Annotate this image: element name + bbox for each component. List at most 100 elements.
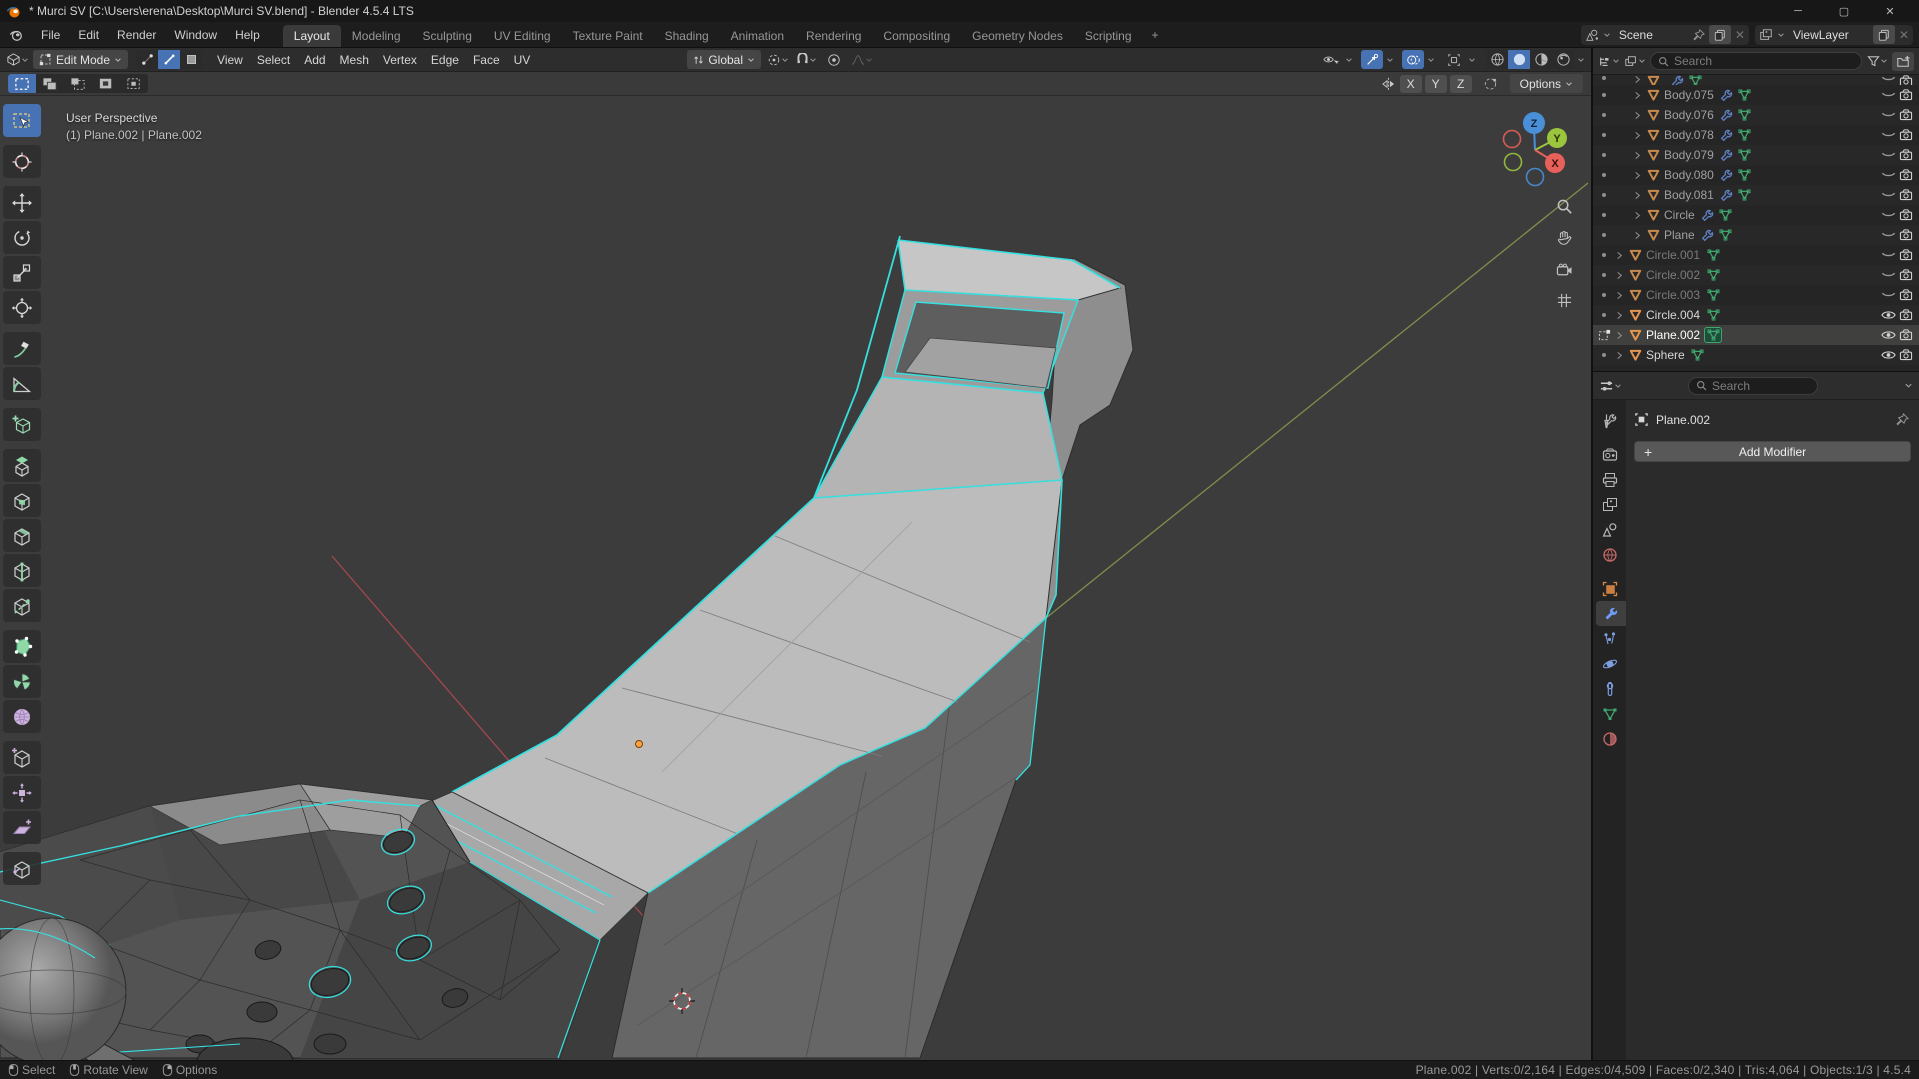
- workspace-tab-uv-editing[interactable]: UV Editing: [483, 25, 562, 47]
- mirror-z-toggle[interactable]: Z: [1449, 74, 1472, 93]
- mesh-data-icon[interactable]: [1689, 349, 1707, 361]
- chevron-down-icon[interactable]: [1468, 56, 1476, 64]
- camera-visibility-icon[interactable]: [1897, 169, 1915, 181]
- modifier-wrench-icon[interactable]: [1718, 89, 1736, 102]
- object-name[interactable]: Body.076: [1662, 108, 1718, 122]
- outliner-row-circle-004[interactable]: Circle.004: [1593, 305, 1919, 325]
- add-workspace-button[interactable]: +: [1143, 24, 1168, 46]
- annotate-tool[interactable]: [3, 332, 41, 365]
- outliner-row-circle-002[interactable]: Circle.002: [1593, 265, 1919, 285]
- properties-tab-particles[interactable]: [1593, 626, 1626, 651]
- proportional-falloff-dropdown[interactable]: [851, 50, 873, 69]
- properties-tab-render[interactable]: [1593, 442, 1626, 467]
- select-extend-button[interactable]: [36, 74, 64, 93]
- properties-tab-modifiers[interactable]: [1596, 601, 1626, 626]
- add-modifier-button[interactable]: + Add Modifier: [1634, 441, 1911, 462]
- outliner-row-circle-001[interactable]: Circle.001: [1593, 245, 1919, 265]
- add-cube-tool[interactable]: [3, 408, 41, 441]
- select-intersect-button[interactable]: [120, 74, 148, 93]
- properties-search[interactable]: [1688, 376, 1818, 395]
- outliner-row-body-075[interactable]: Body.075: [1593, 85, 1919, 105]
- viewlayer-selector[interactable]: ViewLayer ✕: [1754, 24, 1913, 45]
- workspace-tab-shading[interactable]: Shading: [654, 25, 720, 47]
- filter-funnel-button[interactable]: [1866, 52, 1888, 71]
- properties-editor-type-button[interactable]: [1599, 376, 1622, 395]
- workspace-tab-modeling[interactable]: Modeling: [341, 25, 412, 47]
- outliner-display-mode-button[interactable]: [1598, 52, 1620, 71]
- expand-icon[interactable]: [1612, 351, 1626, 360]
- select-invert-button[interactable]: [92, 74, 120, 93]
- pivot-point-button[interactable]: [767, 50, 789, 69]
- snap-base-button[interactable]: [1480, 74, 1502, 93]
- expand-icon[interactable]: [1630, 91, 1644, 100]
- eye-closed-icon[interactable]: [1879, 75, 1897, 84]
- viewport-canvas[interactable]: [0, 96, 1591, 1060]
- eye-open-icon[interactable]: [1879, 350, 1897, 360]
- viewport-menu-vertex[interactable]: Vertex: [376, 50, 424, 70]
- eye-closed-icon[interactable]: [1879, 271, 1897, 280]
- solid-shading-button[interactable]: [1508, 50, 1530, 69]
- shear-tool[interactable]: [3, 811, 41, 844]
- object-name[interactable]: Circle.003: [1644, 288, 1704, 302]
- poly-build-tool[interactable]: [3, 630, 41, 663]
- camera-visibility-icon[interactable]: [1897, 189, 1915, 201]
- camera-visibility-icon[interactable]: [1897, 149, 1915, 161]
- mirror-x-toggle[interactable]: X: [1399, 74, 1422, 93]
- eye-closed-icon[interactable]: [1879, 111, 1897, 120]
- new-collection-button[interactable]: [1892, 51, 1914, 71]
- expand-icon[interactable]: [1630, 211, 1644, 220]
- outliner-row-circle[interactable]: Circle: [1593, 205, 1919, 225]
- expand-icon[interactable]: [1612, 331, 1626, 340]
- outliner-row-plane[interactable]: Plane: [1593, 225, 1919, 245]
- object-name[interactable]: Plane: [1662, 228, 1699, 242]
- object-name[interactable]: Plane.002: [1644, 328, 1704, 342]
- eye-closed-icon[interactable]: [1879, 191, 1897, 200]
- viewport-menu-view[interactable]: View: [210, 50, 250, 70]
- wireframe-shading-button[interactable]: [1486, 50, 1508, 69]
- eye-closed-icon[interactable]: [1879, 171, 1897, 180]
- camera-visibility-icon[interactable]: [1897, 109, 1915, 121]
- chevron-down-icon[interactable]: [1427, 56, 1435, 64]
- object-name[interactable]: Circle.001: [1644, 248, 1704, 262]
- outliner-search-input[interactable]: [1674, 54, 1854, 68]
- vertex-select-mode-button[interactable]: [136, 50, 158, 69]
- modifier-wrench-icon[interactable]: [1668, 75, 1686, 85]
- workspace-tab-layout[interactable]: Layout: [282, 24, 341, 47]
- camera-visibility-icon[interactable]: [1897, 75, 1915, 85]
- rip-region-tool[interactable]: [3, 852, 41, 885]
- mode-dropdown[interactable]: Edit Mode: [33, 50, 129, 69]
- object-name[interactable]: Body.081: [1662, 188, 1718, 202]
- workspace-tab-sculpting[interactable]: Sculpting: [412, 25, 483, 47]
- camera-visibility-icon[interactable]: [1897, 349, 1915, 361]
- outliner-row-sphere[interactable]: Sphere: [1593, 345, 1919, 365]
- workspace-tab-animation[interactable]: Animation: [720, 25, 795, 47]
- rotate-tool[interactable]: [3, 221, 41, 254]
- camera-visibility-icon[interactable]: [1897, 309, 1915, 321]
- mesh-data-icon[interactable]: [1686, 75, 1704, 85]
- outliner-search[interactable]: [1650, 52, 1862, 70]
- options-dropdown[interactable]: Options: [1509, 74, 1583, 93]
- new-viewlayer-button[interactable]: [1872, 25, 1895, 44]
- mesh-data-icon[interactable]: [1717, 229, 1735, 241]
- mirror-y-toggle[interactable]: Y: [1424, 74, 1447, 93]
- editor-type-button[interactable]: [6, 50, 29, 69]
- transform-orientation-dropdown[interactable]: Global: [687, 50, 761, 69]
- delete-viewlayer-button[interactable]: ✕: [1899, 28, 1909, 42]
- mesh-data-icon[interactable]: [1704, 309, 1722, 321]
- measure-tool[interactable]: [3, 367, 41, 400]
- expand-icon[interactable]: [1612, 291, 1626, 300]
- menu-help[interactable]: Help: [226, 24, 269, 46]
- expand-icon[interactable]: [1612, 311, 1626, 320]
- properties-tab-scene[interactable]: [1593, 517, 1626, 542]
- blender-menu-logo-icon[interactable]: [0, 28, 32, 42]
- viewport-menu-add[interactable]: Add: [297, 50, 332, 70]
- modifier-wrench-icon[interactable]: [1718, 109, 1736, 122]
- mesh-data-icon[interactable]: [1704, 249, 1722, 261]
- outliner-filter-type-button[interactable]: [1624, 52, 1646, 71]
- toggle-ortho-grid-button[interactable]: [1550, 286, 1578, 314]
- properties-search-input[interactable]: [1712, 378, 1810, 393]
- eye-closed-icon[interactable]: [1879, 231, 1897, 240]
- eye-open-icon[interactable]: [1879, 330, 1897, 340]
- workspace-tab-scripting[interactable]: Scripting: [1074, 25, 1143, 47]
- outliner-row-body-076[interactable]: Body.076: [1593, 105, 1919, 125]
